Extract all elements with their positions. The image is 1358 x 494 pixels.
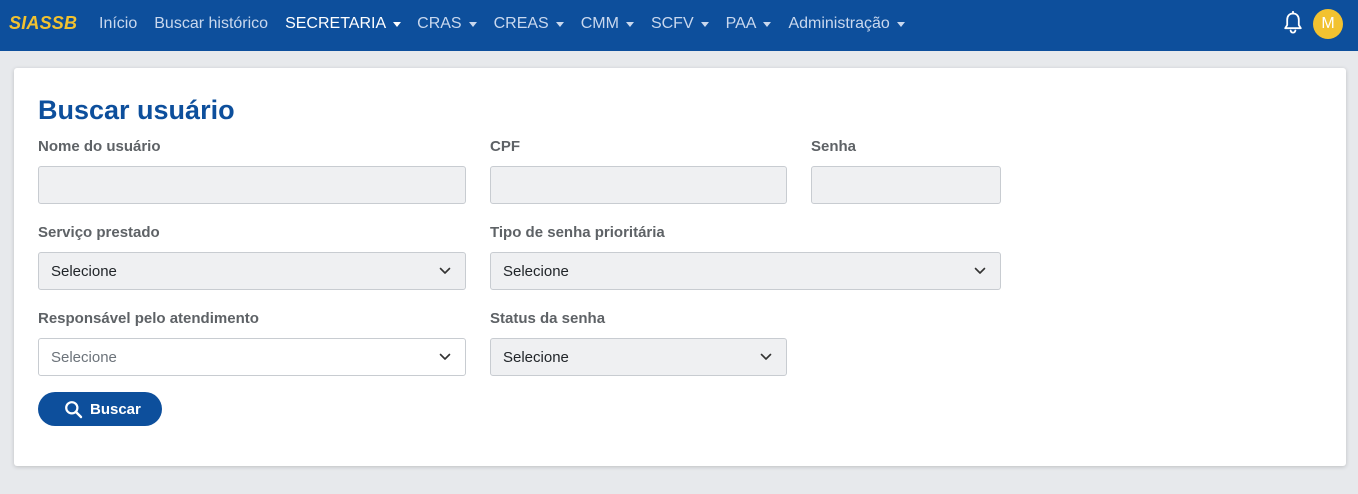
status-select[interactable]: Selecione: [490, 338, 787, 376]
nome-input[interactable]: [38, 166, 466, 204]
cpf-label: CPF: [490, 138, 520, 155]
nav-menu: Início Buscar histórico SECRETARIA CRAS …: [99, 14, 905, 34]
chevron-down-icon: [439, 267, 451, 274]
nav-item-creas[interactable]: CREAS: [494, 15, 564, 33]
search-card: Buscar usuário Nome do usuário CPF Senha…: [14, 68, 1346, 466]
bell-icon[interactable]: [1283, 11, 1303, 35]
cpf-input[interactable]: [490, 166, 787, 204]
chevron-down-icon: [439, 353, 451, 360]
nav-item-cras[interactable]: CRAS: [417, 15, 477, 33]
servico-selected: Selecione: [51, 262, 117, 280]
tipo-senha-selected: Selecione: [503, 262, 569, 280]
servico-label: Serviço prestado: [38, 224, 160, 241]
servico-select[interactable]: Selecione: [38, 252, 466, 290]
senha-label: Senha: [811, 138, 857, 155]
buscar-button[interactable]: Buscar: [38, 392, 162, 426]
responsavel-label: Responsável pelo atendimento: [38, 310, 259, 327]
chevron-down-icon: [974, 267, 986, 274]
nome-label: Nome do usuário: [38, 138, 161, 155]
nav-item-paa[interactable]: PAA: [726, 15, 772, 33]
search-icon: [65, 400, 83, 418]
nav-item-cmm[interactable]: CMM: [581, 15, 634, 33]
status-label: Status da senha: [490, 310, 606, 327]
tipo-senha-select[interactable]: Selecione: [490, 252, 1001, 290]
caret-down-icon: [896, 22, 905, 27]
caret-down-icon: [555, 22, 564, 27]
tipo-senha-label: Tipo de senha prioritária: [490, 224, 665, 241]
buscar-label: Buscar: [90, 400, 141, 418]
caret-down-icon: [393, 22, 402, 27]
caret-down-icon: [468, 22, 477, 27]
nav-item-buscar-historico[interactable]: Buscar histórico: [154, 15, 268, 33]
responsavel-select[interactable]: Selecione: [38, 338, 466, 376]
nav-item-scfv[interactable]: SCFV: [651, 15, 709, 33]
nav-item-inicio[interactable]: Início: [99, 15, 137, 33]
caret-down-icon: [700, 22, 709, 27]
brand-logo[interactable]: SIASSB: [9, 13, 77, 34]
top-navbar: SIASSB Início Buscar histórico SECRETARI…: [0, 0, 1358, 51]
caret-down-icon: [625, 22, 634, 27]
nav-item-secretaria[interactable]: SECRETARIA: [285, 15, 402, 33]
page-title: Buscar usuário: [38, 95, 235, 125]
caret-down-icon: [763, 22, 772, 27]
user-avatar[interactable]: M: [1313, 9, 1343, 39]
responsavel-selected: Selecione: [51, 348, 117, 366]
status-selected: Selecione: [503, 348, 569, 366]
nav-item-administracao[interactable]: Administração: [788, 15, 905, 33]
senha-input[interactable]: [811, 166, 1001, 204]
chevron-down-icon: [760, 353, 772, 360]
